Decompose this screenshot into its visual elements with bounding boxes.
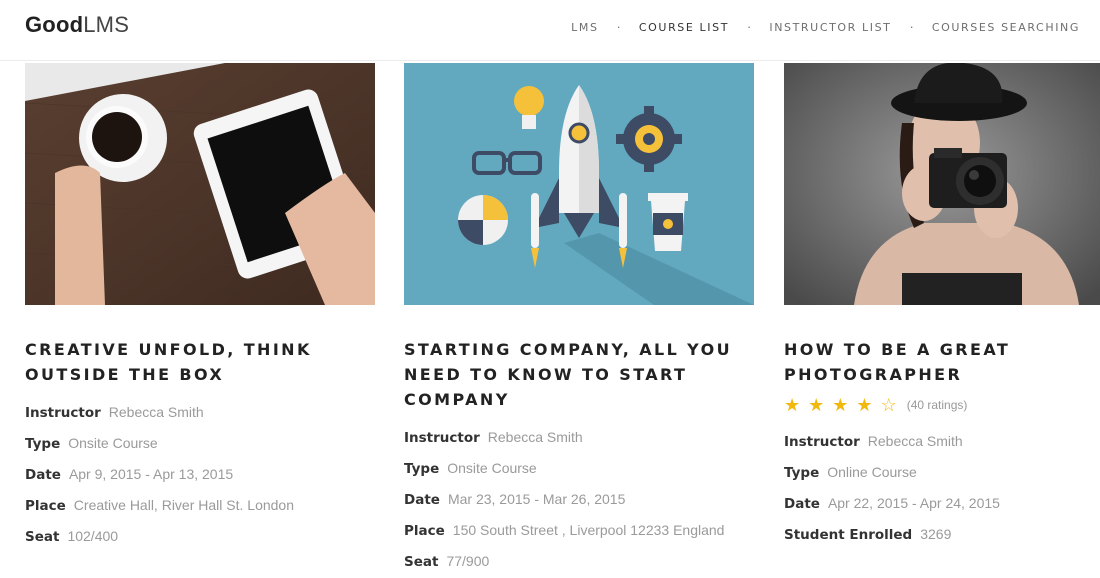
site-header: GoodLMS LMS · COURSE LIST · INSTRUCTOR L… — [0, 0, 1100, 61]
field-value[interactable]: Rebecca Smith — [109, 404, 204, 420]
field-label: Date — [404, 492, 440, 508]
star-filled-icon: ★ — [784, 395, 801, 415]
nav-separator: · — [747, 19, 752, 34]
course-title[interactable]: CREATIVE UNFOLD, THINK OUTSIDE THE BOX — [25, 337, 375, 387]
info-row-instructor: Instructor Rebecca Smith — [784, 426, 1100, 457]
site-logo[interactable]: GoodLMS — [25, 12, 129, 38]
field-label: Instructor — [404, 430, 480, 446]
nav-lms[interactable]: LMS — [571, 21, 598, 34]
field-value: 77/900 — [446, 553, 490, 569]
field-value: 150 South Street , Liverpool 12233 Engla… — [452, 522, 725, 538]
field-value: Creative Hall, River Hall St. London — [73, 497, 295, 513]
course-title[interactable]: HOW TO BE A GREAT PHOTOGRAPHER — [784, 337, 1100, 387]
field-label: Student Enrolled — [784, 527, 913, 543]
course-thumbnail-tablet-coffee[interactable] — [25, 63, 375, 305]
logo-light-text: LMS — [83, 12, 130, 37]
course-thumbnail-photographer[interactable] — [784, 63, 1100, 305]
field-value: Online Course — [827, 464, 917, 480]
logo-bold-text: Good — [25, 12, 84, 37]
field-value[interactable]: Rebecca Smith — [488, 429, 583, 445]
field-label: Type — [404, 461, 440, 477]
field-label: Instructor — [784, 434, 860, 450]
field-value: 102/400 — [67, 528, 119, 544]
field-value: Apr 22, 2015 - Apr 24, 2015 — [827, 495, 1000, 511]
field-value: 3269 — [920, 526, 952, 542]
info-row-student-enrolled: Student Enrolled 3269 — [784, 519, 1100, 550]
info-row-instructor: Instructor Rebecca Smith — [25, 397, 375, 428]
course-info: Instructor Rebecca Smith Type Onsite Cours… — [404, 422, 754, 577]
info-row-place: Place 150 South Street , Liverpool 12233 … — [404, 515, 754, 546]
course-rating: ★ ★ ★ ★ ☆ (40 ratings) — [784, 396, 1100, 414]
course-thumbnail-startup-rocket[interactable] — [404, 63, 754, 305]
info-row-date: Date Mar 23, 2015 - Mar 26, 2015 — [404, 484, 754, 515]
info-row-type: Type Onsite Course — [404, 453, 754, 484]
info-row-date: Date Apr 9, 2015 - Apr 13, 2015 — [25, 459, 375, 490]
nav-separator: · — [616, 19, 621, 34]
field-label: Type — [25, 436, 61, 452]
field-value: Apr 9, 2015 - Apr 13, 2015 — [68, 466, 234, 482]
field-value: Onsite Course — [68, 435, 158, 451]
course-info: Instructor Rebecca Smith Type Online Cours… — [784, 426, 1100, 550]
star-filled-icon: ★ — [856, 395, 873, 415]
field-label: Seat — [25, 529, 60, 545]
course-card: HOW TO BE A GREAT PHOTOGRAPHER ★ ★ ★ ★ ☆… — [784, 63, 1100, 550]
field-label: Place — [25, 498, 66, 514]
info-row-type: Type Onsite Course — [25, 428, 375, 459]
field-label: Place — [404, 523, 445, 539]
info-row-date: Date Apr 22, 2015 - Apr 24, 2015 — [784, 488, 1100, 519]
rating-count: (40 ratings) — [906, 398, 968, 412]
field-value: Onsite Course — [447, 460, 537, 476]
star-empty-icon: ☆ — [880, 395, 897, 415]
star-filled-icon: ★ — [808, 395, 825, 415]
field-label: Date — [784, 496, 820, 512]
course-info: Instructor Rebecca Smith Type Onsite Cours… — [25, 397, 375, 552]
star-filled-icon: ★ — [832, 395, 849, 415]
info-row-seat: Seat 77/900 — [404, 546, 754, 577]
field-label: Date — [25, 467, 61, 483]
field-label: Type — [784, 465, 820, 481]
nav-courses-searching[interactable]: COURSES SEARCHING — [932, 21, 1080, 34]
course-title[interactable]: STARTING COMPANY, ALL YOU NEED TO KNOW T… — [404, 337, 754, 412]
info-row-seat: Seat 102/400 — [25, 521, 375, 552]
nav-instructor-list[interactable]: INSTRUCTOR LIST — [769, 21, 891, 34]
course-card: STARTING COMPANY, ALL YOU NEED TO KNOW T… — [404, 63, 754, 577]
main-nav: LMS · COURSE LIST · INSTRUCTOR LIST · CO… — [571, 19, 1080, 35]
info-row-instructor: Instructor Rebecca Smith — [404, 422, 754, 453]
course-card: CREATIVE UNFOLD, THINK OUTSIDE THE BOX I… — [25, 63, 375, 552]
nav-separator: · — [909, 19, 914, 34]
field-label: Seat — [404, 554, 439, 570]
nav-course-list[interactable]: COURSE LIST — [639, 21, 729, 34]
field-label: Instructor — [25, 405, 101, 421]
field-value: Mar 23, 2015 - Mar 26, 2015 — [447, 491, 626, 507]
field-value[interactable]: Rebecca Smith — [868, 433, 963, 449]
info-row-place: Place Creative Hall, River Hall St. Londo… — [25, 490, 375, 521]
info-row-type: Type Online Course — [784, 457, 1100, 488]
